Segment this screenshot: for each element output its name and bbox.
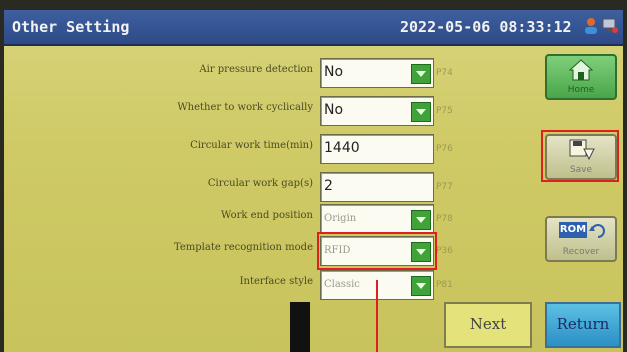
rom-chip-icon: ROM <box>559 222 587 238</box>
label-circular-work-gap: Circular work gap(s) <box>207 178 313 189</box>
work-end-position-select[interactable]: Origin <box>320 204 434 234</box>
circular-work-time-input[interactable]: 1440 <box>320 134 434 164</box>
param-code: P81 <box>436 280 453 290</box>
hmi-screen: Other Setting 2022-05-06 08:33:12 Air pr… <box>4 10 623 352</box>
label-interface-style: Interface style <box>239 276 313 287</box>
home-button[interactable]: Home <box>545 54 617 100</box>
dropdown-arrow-icon[interactable] <box>411 102 431 122</box>
param-code: P78 <box>436 214 453 224</box>
page-title: Other Setting <box>12 18 130 36</box>
highlight-box <box>541 130 619 182</box>
work-end-position-value: Origin <box>324 213 357 224</box>
dropdown-arrow-icon[interactable] <box>411 210 431 230</box>
recover-label: Recover <box>562 247 600 257</box>
label-work-cyclically: Whether to work cyclically <box>177 102 313 113</box>
work-cyclically-select[interactable]: No <box>320 96 434 126</box>
home-icon <box>569 59 593 81</box>
param-code: P76 <box>436 144 453 154</box>
home-label: Home <box>567 85 595 95</box>
circular-work-gap-input[interactable]: 2 <box>320 172 434 202</box>
label-air-pressure: Air pressure detection <box>199 64 313 75</box>
work-cyclically-value: No <box>324 102 344 118</box>
dropdown-arrow-icon[interactable] <box>411 276 431 296</box>
label-circular-work-time: Circular work time(min) <box>190 140 313 151</box>
undo-arrow-icon <box>589 224 605 238</box>
air-pressure-select[interactable]: No <box>320 58 434 88</box>
dropdown-arrow-icon[interactable] <box>411 64 431 84</box>
annotation-pointer-line <box>376 280 378 352</box>
highlight-box <box>317 232 437 270</box>
user-icon <box>582 17 600 35</box>
interface-style-value: Classic <box>324 279 360 290</box>
recover-button[interactable]: ROM Recover <box>545 216 617 262</box>
network-icon <box>601 17 619 35</box>
air-pressure-value: No <box>324 64 344 80</box>
param-code: P75 <box>436 106 453 116</box>
next-button[interactable]: Next <box>444 302 532 348</box>
param-code: P36 <box>436 246 453 256</box>
circular-work-gap-value: 2 <box>324 178 333 194</box>
title-bar: Other Setting 2022-05-06 08:33:12 <box>4 10 623 46</box>
label-template-recognition: Template recognition mode <box>173 242 313 253</box>
param-code: P74 <box>436 68 453 78</box>
return-button[interactable]: Return <box>545 302 621 348</box>
param-code: P77 <box>436 182 453 192</box>
occluding-object <box>290 302 310 352</box>
circular-work-time-value: 1440 <box>324 140 360 156</box>
datetime-display: 2022-05-06 08:33:12 <box>400 18 572 36</box>
label-work-end-position: Work end position <box>220 210 313 221</box>
